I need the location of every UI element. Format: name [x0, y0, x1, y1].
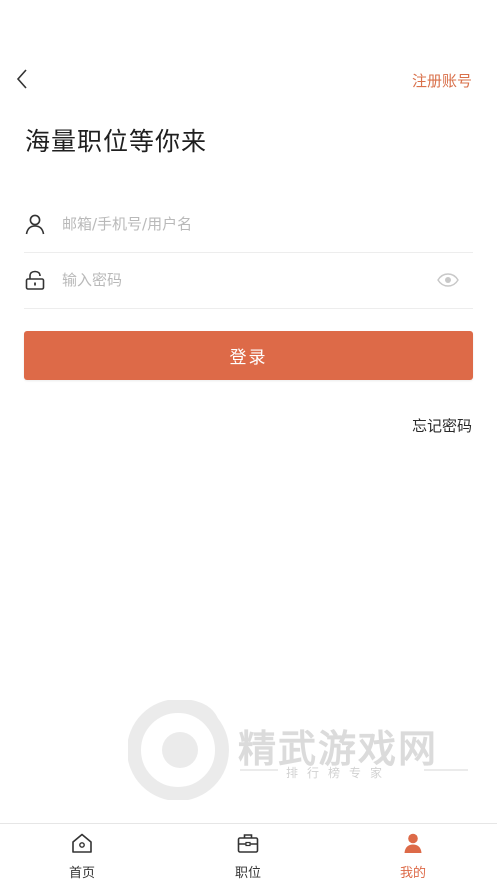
password-field-row [24, 252, 473, 309]
register-account-link[interactable]: 注册账号 [412, 70, 472, 91]
page-title: 海量职位等你来 [25, 127, 208, 156]
tab-jobs-label: 职位 [234, 866, 261, 881]
tab-jobs[interactable]: 职位 [208, 832, 288, 881]
tab-home-label: 首页 [68, 866, 95, 881]
home-icon [72, 833, 92, 853]
username-input[interactable] [60, 214, 473, 234]
chevron-left-icon [16, 69, 27, 89]
login-button[interactable]: 登录 [24, 331, 473, 380]
back-button[interactable] [10, 64, 38, 94]
tab-mine[interactable]: 我的 [373, 832, 453, 881]
lock-icon [24, 269, 46, 291]
watermark-subtitle: 排行榜专家 [286, 766, 392, 780]
briefcase-icon [237, 834, 259, 853]
password-input[interactable] [60, 270, 437, 290]
forgot-password-link[interactable]: 忘记密码 [412, 415, 472, 436]
bottom-tab-bar: 首页 职位 我的 [0, 823, 497, 884]
username-field-row [24, 196, 473, 253]
person-icon [404, 833, 422, 853]
eye-icon[interactable] [437, 273, 459, 287]
tab-mine-label: 我的 [399, 866, 426, 881]
user-icon [24, 213, 46, 235]
tab-home[interactable]: 首页 [42, 832, 122, 881]
